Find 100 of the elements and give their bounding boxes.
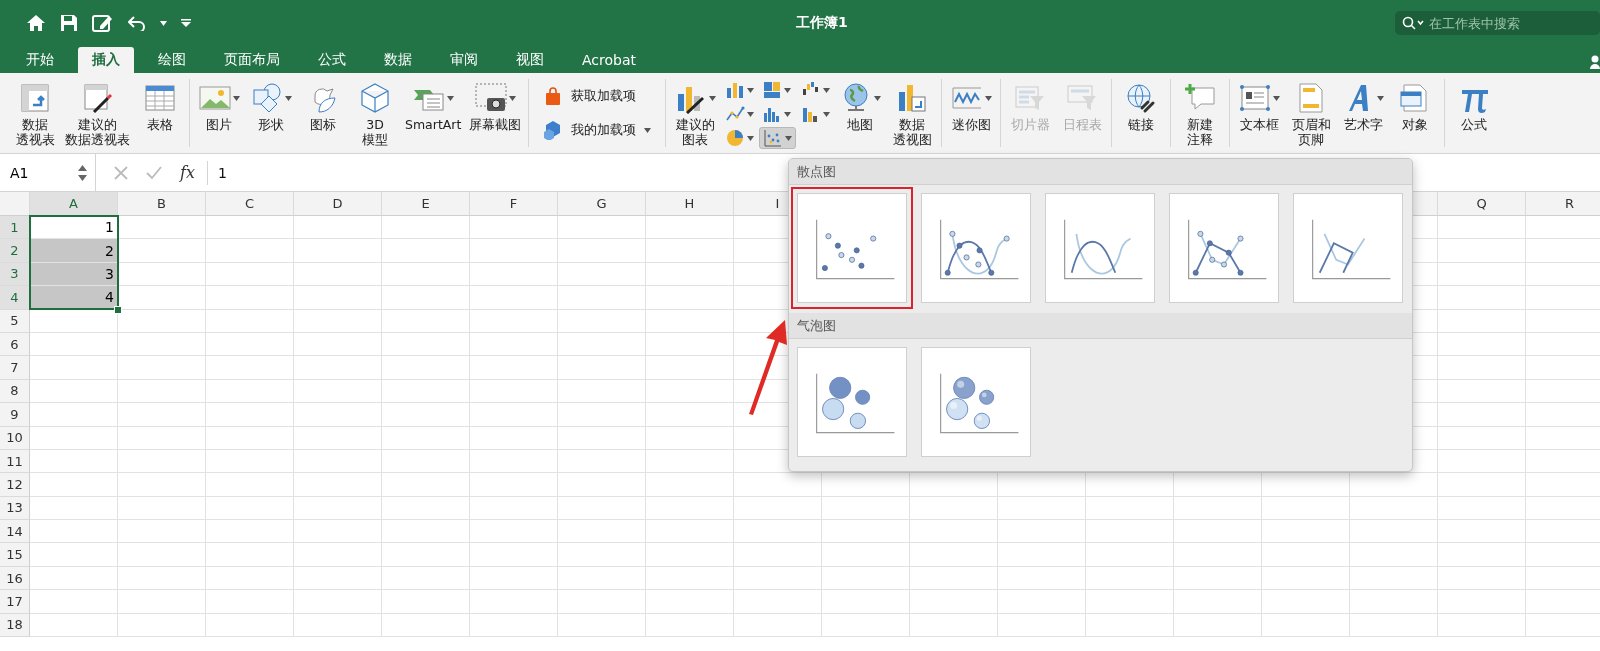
row-header: 9 [0, 403, 30, 427]
treemap-icon [762, 80, 783, 100]
caret-icon [823, 111, 831, 117]
name-box-value: A1 [10, 164, 29, 181]
table-wand-icon [81, 82, 114, 114]
ribbon-tab[interactable]: 审阅 [436, 47, 492, 73]
column-header: D [294, 192, 382, 216]
row-header: 7 [0, 356, 30, 380]
row-header: 6 [0, 332, 30, 357]
ribbon-button[interactable]: 新建 注释 [1175, 79, 1226, 147]
ribbon-button[interactable]: 页眉和 页脚 [1286, 79, 1337, 147]
row-header: 10 [0, 426, 30, 450]
ribbon-button[interactable]: 屏幕截图 [466, 79, 525, 147]
column-header: R [1526, 192, 1600, 216]
row-header: 13 [0, 496, 30, 521]
cancel-icon [114, 165, 128, 180]
smooth-line-chart-icon [921, 193, 1031, 303]
ribbon-button[interactable]: 表格 [135, 79, 185, 147]
ribbon-tab[interactable]: Acrobat [568, 47, 650, 73]
column-header: G [558, 192, 646, 216]
row-header: 2 [0, 239, 30, 263]
scatter-chart-icon [763, 128, 784, 148]
ribbon-button[interactable]: 形状 [246, 79, 296, 147]
ribbon-tab[interactable]: 数据 [370, 47, 426, 73]
caret-icon [747, 111, 755, 117]
caret-icon [785, 135, 793, 141]
ribbon-tab[interactable]: 插入 [78, 47, 134, 73]
bubble-chart-icon [921, 347, 1031, 457]
cube-icon [359, 82, 391, 114]
row-header: 11 [0, 449, 30, 474]
caret-icon [784, 87, 792, 93]
column-header: Q [1438, 192, 1526, 216]
section-header: 散点图 [789, 159, 1412, 185]
pivot-chart-icon [896, 82, 929, 114]
smooth-line-chart-icon [1045, 193, 1155, 303]
edit-document-icon [92, 13, 114, 33]
caret-icon [747, 87, 755, 93]
ribbon-button[interactable]: 图片 [194, 79, 244, 147]
chart-type-button[interactable] [759, 127, 797, 149]
ribbon-button[interactable]: SmartArt [402, 79, 465, 147]
row-header: 3 [0, 262, 30, 287]
row-header: 17 [0, 590, 30, 614]
camera-icon [474, 82, 507, 114]
ribbon-tab[interactable]: 开始 [12, 47, 68, 73]
column-header: C [206, 192, 294, 216]
ribbon-button[interactable]: 链接 [1116, 79, 1167, 147]
ribbon-button[interactable]: 图标 [298, 79, 348, 147]
row-header: 14 [0, 520, 30, 544]
section-header: 气泡图 [789, 313, 1412, 339]
ribbon-button[interactable]: 数据 透视图 [887, 79, 938, 147]
row-header: 15 [0, 543, 30, 567]
ribbon-tab[interactable]: 页面布局 [210, 47, 294, 73]
ribbon-tab[interactable]: 公式 [304, 47, 360, 73]
caret-icon [747, 135, 755, 141]
line-chart-icon [1169, 193, 1279, 303]
ribbon-button[interactable]: 对象 [1390, 79, 1441, 147]
insert-function-button[interactable]: fx [180, 163, 195, 182]
bubble-chart-icon [797, 347, 907, 457]
text-box-icon [1238, 82, 1271, 114]
customize-icon [181, 19, 191, 27]
line-chart-icon [1293, 193, 1403, 303]
ribbon-button[interactable]: 文本框 [1234, 79, 1285, 147]
shapes-icon [250, 82, 283, 114]
caret-icon [784, 111, 792, 117]
spinner-icon [78, 164, 87, 181]
column-header: E [382, 192, 470, 216]
row-header: 4 [0, 286, 30, 310]
pie-chart-icon [725, 128, 746, 148]
ribbon-button[interactable]: 公式 [1449, 79, 1500, 147]
chart-type-option[interactable] [791, 187, 913, 309]
ribbon-button[interactable]: 获取加载项 [539, 84, 656, 108]
column-header: H [646, 192, 734, 216]
row-header: 1 [0, 216, 30, 240]
ribbon-button[interactable]: 迷你图 [946, 79, 997, 147]
ribbon-tab[interactable]: 视图 [502, 47, 558, 73]
formula-field[interactable]: 1 [207, 164, 227, 181]
row-header: 18 [0, 613, 30, 638]
ribbon-button[interactable]: 地图 [835, 79, 886, 147]
confirm-icon [146, 165, 162, 180]
fill-handle[interactable] [114, 305, 122, 314]
save-icon [60, 14, 78, 32]
ribbon-button[interactable]: 我的加载项 [539, 118, 656, 142]
column-header: F [470, 192, 558, 216]
scatter-chart-icon [797, 193, 907, 303]
person-icon [1590, 55, 1600, 69]
search-field[interactable]: 在工作表中搜索 [1395, 11, 1600, 35]
row-header: 16 [0, 566, 30, 591]
caret-icon [823, 87, 831, 93]
row-header: 5 [0, 309, 30, 333]
ribbon-button[interactable]: 建议的 数据透视表 [62, 79, 133, 147]
ribbon-button[interactable]: 建议的 图表 [670, 79, 721, 147]
ribbon-tab[interactable]: 绘图 [144, 47, 200, 73]
home-icon [26, 14, 46, 32]
table-icon [144, 82, 176, 114]
window-title: 工作簿1 [796, 14, 849, 32]
ribbon-button[interactable]: 数据 透视表 [10, 79, 60, 147]
ribbon-button[interactable]: 艺术字 [1338, 79, 1389, 147]
row-header: 12 [0, 473, 30, 497]
undo-icon [128, 15, 146, 31]
ribbon-button[interactable]: 3D 模型 [350, 79, 400, 147]
